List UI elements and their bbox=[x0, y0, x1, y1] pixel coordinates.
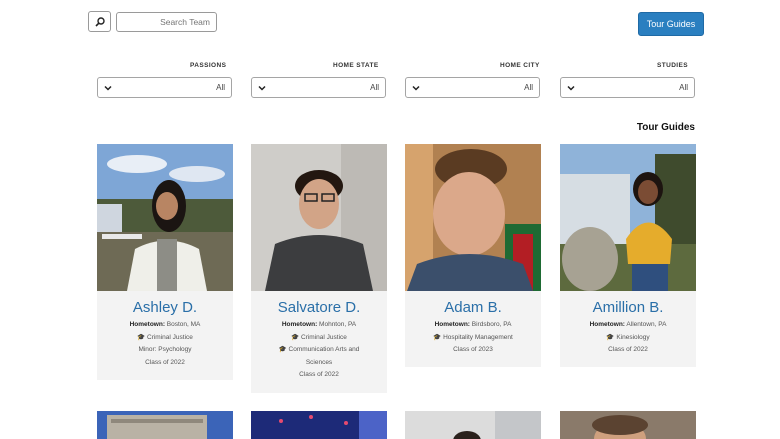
hometown-value: Birdsboro, PA bbox=[471, 321, 512, 328]
guide-detail: Minor: Psychology bbox=[138, 346, 192, 353]
guide-detail: Class of 2022 bbox=[145, 358, 185, 366]
hometown-label: Hometown: bbox=[129, 321, 165, 328]
hometown-value: Boston, MA bbox=[166, 321, 201, 328]
studies-select-value: All bbox=[679, 83, 688, 92]
search-icon bbox=[94, 16, 105, 27]
guide-photo bbox=[251, 411, 387, 439]
guide-card[interactable] bbox=[405, 411, 541, 439]
guide-hometown: Hometown: Mohnton, PA bbox=[251, 319, 387, 332]
home-state-select-value: All bbox=[370, 83, 379, 92]
guide-detail: 🎓 Hospitality Management bbox=[433, 333, 513, 341]
chevron-down-icon bbox=[567, 85, 575, 91]
chevron-down-icon bbox=[104, 85, 112, 91]
search-button[interactable] bbox=[88, 11, 111, 32]
guide-card[interactable]: Ashley D. Hometown: Boston, MA 🎓 Crimina… bbox=[97, 144, 233, 380]
passions-select-value: All bbox=[216, 83, 225, 92]
guide-card[interactable]: Amillion B. Hometown: Allentown, PA 🎓 Ki… bbox=[560, 144, 696, 367]
passions-select[interactable]: All bbox=[97, 77, 232, 98]
guide-card[interactable]: Adam B. Hometown: Birdsboro, PA 🎓 Hospit… bbox=[405, 144, 541, 367]
hometown-label: Hometown: bbox=[589, 321, 625, 328]
guide-detail: Class of 2022 bbox=[299, 371, 339, 378]
guide-detail: Class of 2023 bbox=[453, 346, 493, 353]
filter-label-studies: STUDIES bbox=[657, 62, 688, 69]
hometown-label: Hometown: bbox=[281, 321, 318, 328]
guide-detail: 🎓 Communication Arts and bbox=[278, 346, 360, 353]
search-input[interactable] bbox=[116, 12, 217, 32]
guide-photo bbox=[97, 144, 233, 291]
guide-detail: 🎓 Criminal Justice bbox=[291, 333, 347, 341]
guide-name[interactable]: Salvatore D. bbox=[251, 299, 387, 319]
guide-name[interactable]: Adam B. bbox=[405, 299, 541, 319]
section-title: Tour Guides bbox=[636, 122, 695, 133]
guide-photo bbox=[405, 411, 541, 439]
guide-photo bbox=[560, 411, 696, 439]
hometown-label: Hometown: bbox=[434, 321, 470, 328]
guide-name[interactable]: Amillion B. bbox=[560, 299, 696, 319]
hometown-value: Allentown, PA bbox=[626, 321, 667, 328]
studies-select[interactable]: All bbox=[560, 77, 695, 98]
guide-card[interactable] bbox=[97, 411, 233, 439]
tour-guides-button[interactable]: Tour Guides bbox=[638, 12, 704, 36]
filter-label-passions: PASSIONS bbox=[190, 62, 227, 69]
guide-photo bbox=[560, 144, 696, 291]
guide-card[interactable] bbox=[251, 411, 387, 439]
guide-photo bbox=[97, 411, 233, 439]
guide-photo bbox=[251, 144, 387, 291]
guide-name[interactable]: Ashley D. bbox=[97, 299, 233, 319]
guide-detail: 🎓 Kinesiology bbox=[606, 333, 650, 341]
chevron-down-icon bbox=[412, 85, 420, 91]
filter-label-home-city: HOME CITY bbox=[500, 62, 540, 69]
guide-card[interactable] bbox=[560, 411, 696, 439]
guide-hometown: Hometown: Birdsboro, PA bbox=[405, 319, 541, 332]
guide-hometown: Hometown: Boston, MA bbox=[97, 319, 233, 332]
home-city-select-value: All bbox=[524, 83, 533, 92]
filter-label-home-state: HOME STATE bbox=[333, 62, 379, 69]
guide-card[interactable]: Salvatore D. Hometown: Mohnton, PA 🎓 Cri… bbox=[251, 144, 387, 393]
home-state-select[interactable]: All bbox=[251, 77, 386, 98]
hometown-value: Mohnton, PA bbox=[319, 321, 357, 328]
guide-detail: 🎓 Criminal Justice bbox=[137, 333, 193, 341]
chevron-down-icon bbox=[258, 85, 266, 91]
guide-hometown: Hometown: Allentown, PA bbox=[560, 319, 696, 332]
guide-detail: Class of 2022 bbox=[608, 346, 648, 353]
guide-detail: Sciences bbox=[305, 358, 333, 366]
guide-photo bbox=[405, 144, 541, 291]
home-city-select[interactable]: All bbox=[405, 77, 540, 98]
